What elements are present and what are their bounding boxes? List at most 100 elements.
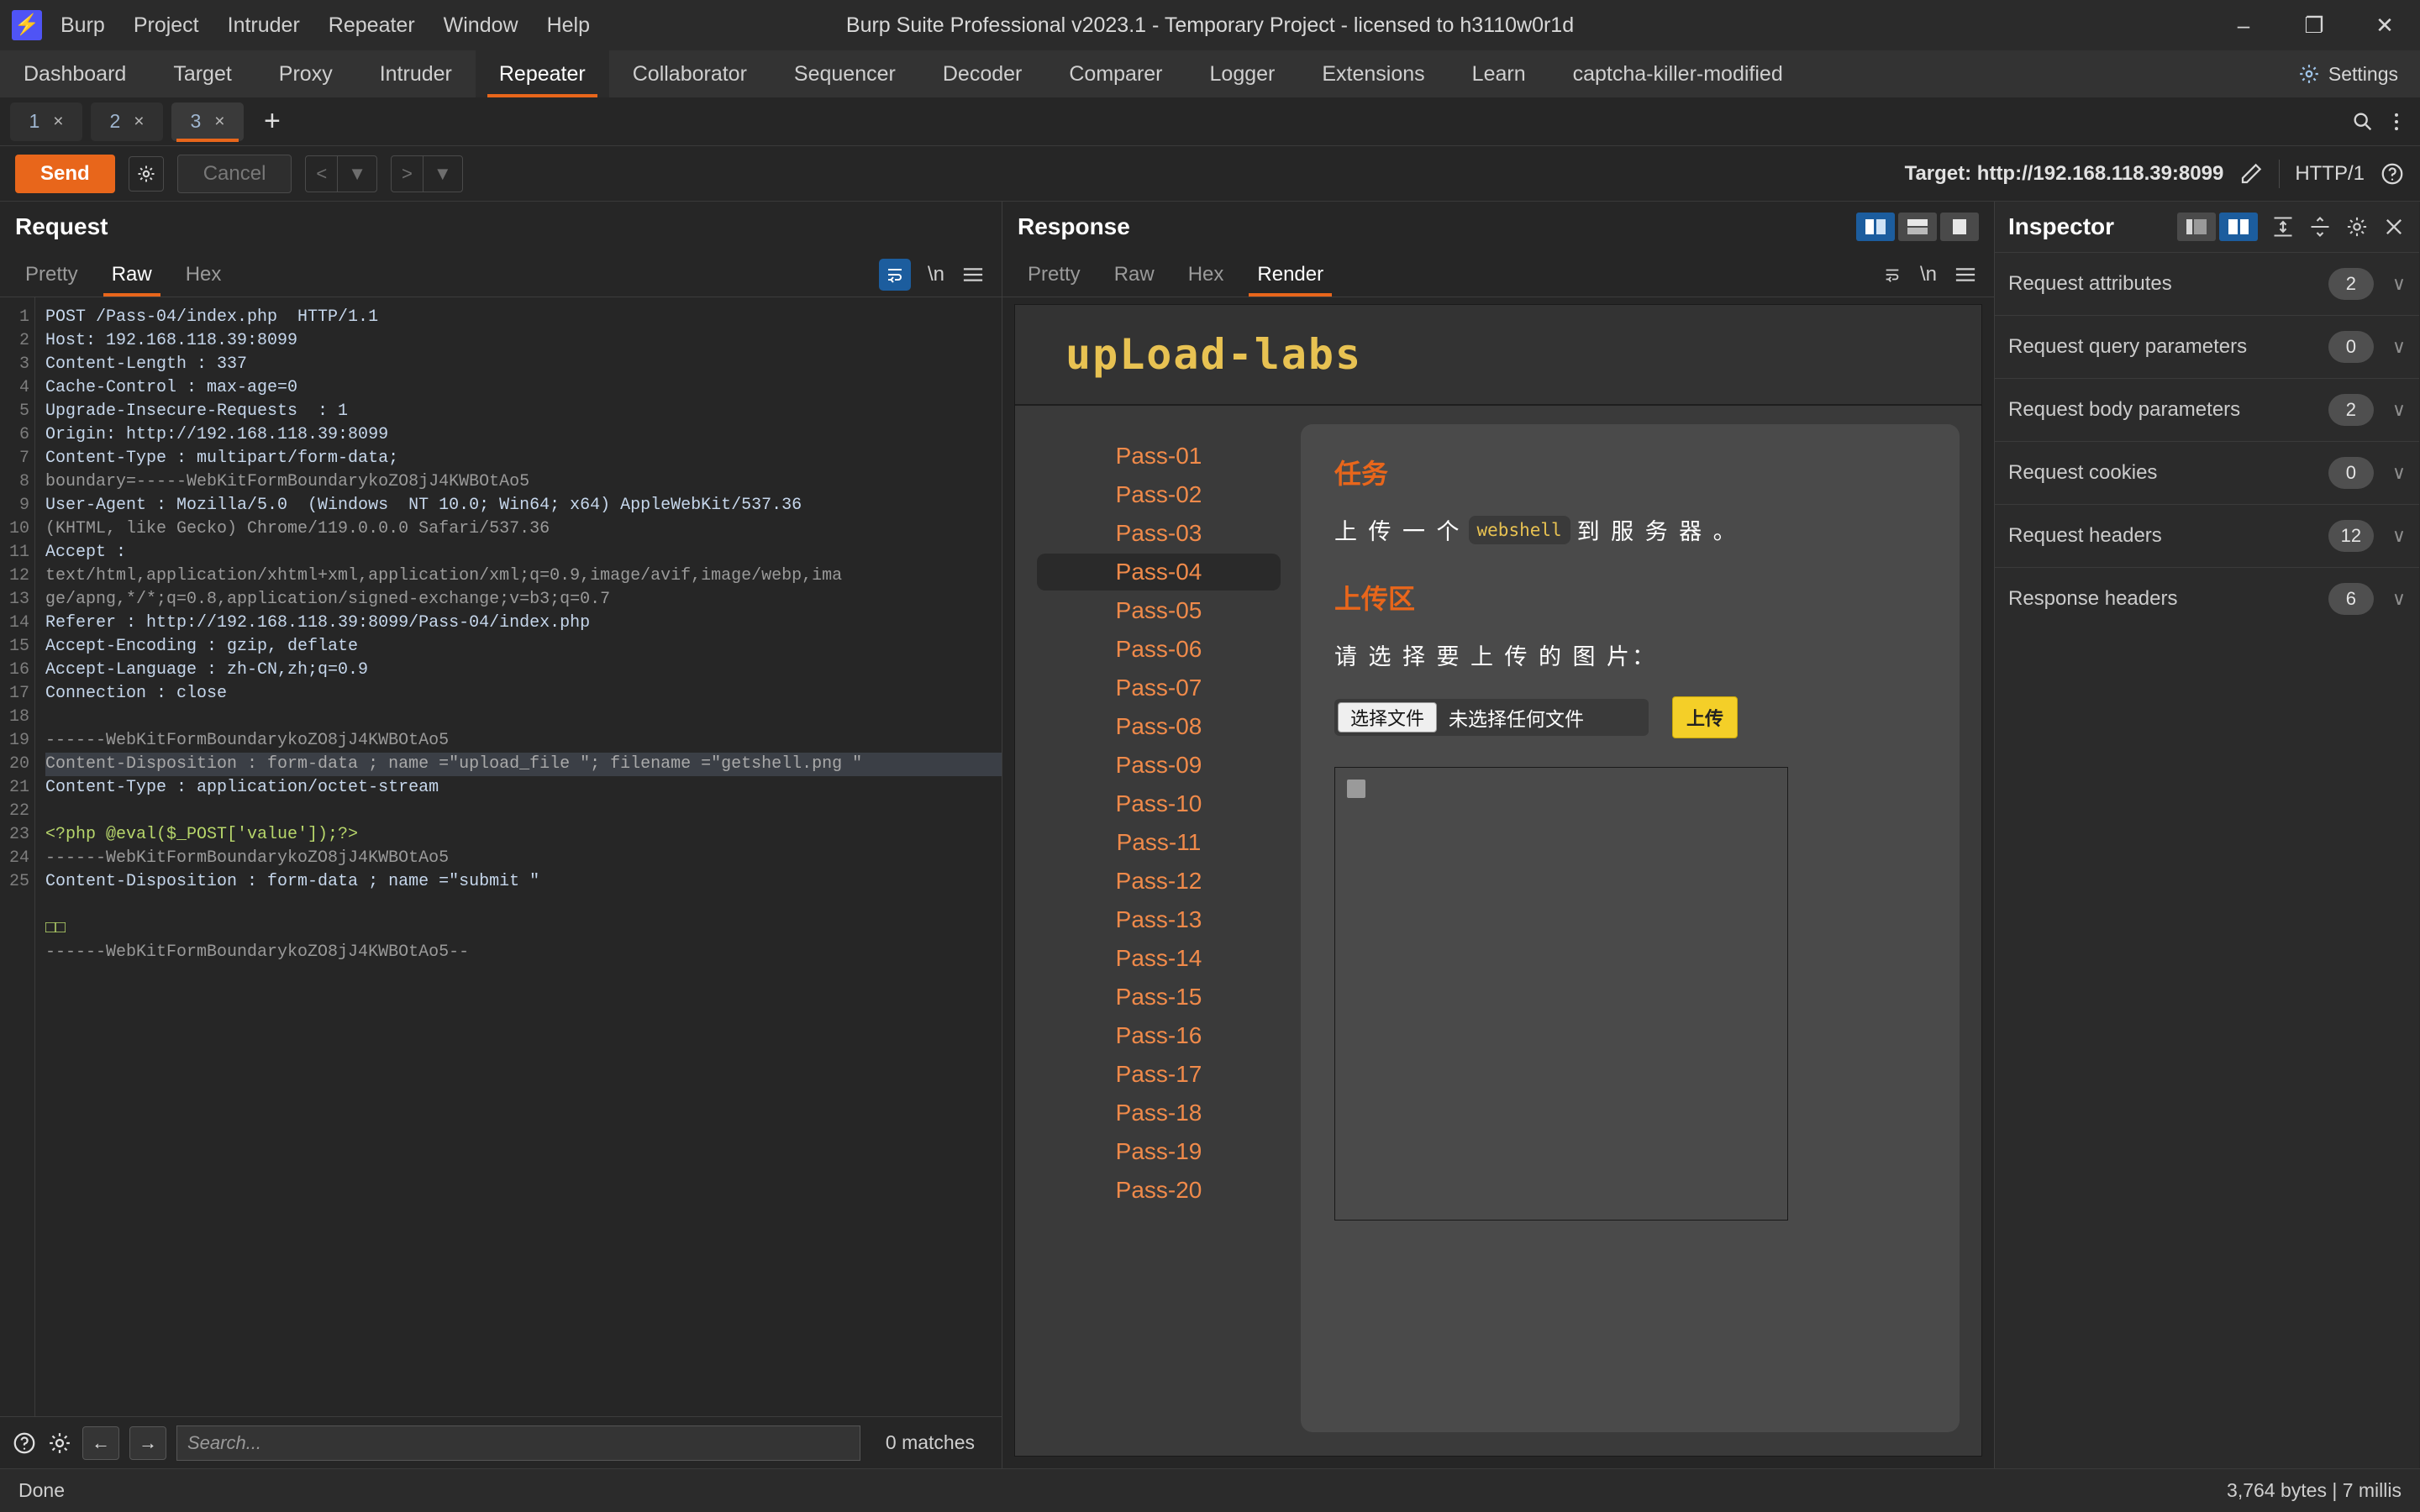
site-nav-item-pass-18[interactable]: Pass-18 bbox=[1037, 1095, 1281, 1131]
menu-item-help[interactable]: Help bbox=[547, 13, 590, 38]
site-nav-item-pass-08[interactable]: Pass-08 bbox=[1037, 708, 1281, 745]
nav-tab-intruder[interactable]: Intruder bbox=[356, 50, 476, 97]
help-circle-icon[interactable] bbox=[2380, 161, 2405, 186]
upload-submit-button[interactable]: 上传 bbox=[1672, 696, 1738, 738]
send-options-button[interactable] bbox=[129, 156, 164, 192]
nav-tab-target[interactable]: Target bbox=[150, 50, 255, 97]
menu-item-window[interactable]: Window bbox=[444, 13, 518, 38]
site-nav-item-pass-19[interactable]: Pass-19 bbox=[1037, 1133, 1281, 1170]
gear-icon[interactable] bbox=[2345, 215, 2369, 239]
site-nav-item-pass-17[interactable]: Pass-17 bbox=[1037, 1056, 1281, 1093]
panel-left-icon[interactable] bbox=[2177, 213, 2216, 241]
site-nav-item-pass-15[interactable]: Pass-15 bbox=[1037, 979, 1281, 1016]
response-tab-pretty[interactable]: Pretty bbox=[1011, 252, 1097, 297]
single-pane-icon[interactable] bbox=[1940, 213, 1979, 241]
search-input[interactable] bbox=[176, 1425, 860, 1461]
next-request-button[interactable]: > bbox=[392, 156, 423, 192]
close-icon[interactable]: × bbox=[53, 112, 63, 132]
menu-item-intruder[interactable]: Intruder bbox=[228, 13, 300, 38]
hamburger-icon[interactable] bbox=[961, 266, 985, 283]
choose-file-button[interactable]: 选择文件 bbox=[1338, 702, 1437, 732]
site-nav-item-pass-13[interactable]: Pass-13 bbox=[1037, 901, 1281, 938]
nav-tab-logger[interactable]: Logger bbox=[1186, 50, 1299, 97]
split-horizontal-icon[interactable] bbox=[1898, 213, 1937, 241]
gear-icon[interactable] bbox=[47, 1431, 72, 1456]
chevron-down-icon[interactable]: ∨ bbox=[2392, 525, 2406, 547]
prev-request-group[interactable]: < ▼ bbox=[305, 155, 377, 192]
site-nav-item-pass-04[interactable]: Pass-04 bbox=[1037, 554, 1281, 591]
nav-tab-dashboard[interactable]: Dashboard bbox=[0, 50, 150, 97]
close-icon[interactable]: × bbox=[214, 112, 224, 132]
repeater-tab-2[interactable]: 2 × bbox=[91, 102, 163, 141]
edit-pencil-icon[interactable] bbox=[2238, 161, 2264, 186]
site-nav-item-pass-10[interactable]: Pass-10 bbox=[1037, 785, 1281, 822]
expand-all-icon[interactable] bbox=[2271, 215, 2295, 239]
http-version-label[interactable]: HTTP/1 bbox=[2295, 162, 2365, 186]
nav-tab-collaborator[interactable]: Collaborator bbox=[609, 50, 771, 97]
newline-icon[interactable]: \n bbox=[1920, 263, 1937, 286]
request-raw-text[interactable]: POST /Pass-04/index.php HTTP/1.1Host: 19… bbox=[35, 297, 1002, 1416]
menu-item-burp[interactable]: Burp bbox=[60, 13, 105, 38]
site-nav-item-pass-06[interactable]: Pass-06 bbox=[1037, 631, 1281, 668]
inspector-row[interactable]: Response headers6∨ bbox=[1995, 567, 2419, 630]
nav-tab-extensions[interactable]: Extensions bbox=[1298, 50, 1448, 97]
vertical-dots-icon[interactable] bbox=[2393, 110, 2400, 134]
request-editor[interactable]: 1234567891011121314151617181920212223242… bbox=[0, 297, 1002, 1416]
next-request-dropdown[interactable]: ▼ bbox=[424, 156, 462, 192]
site-nav-item-pass-14[interactable]: Pass-14 bbox=[1037, 940, 1281, 977]
chevron-down-icon[interactable]: ∨ bbox=[2392, 273, 2406, 295]
site-nav-item-pass-03[interactable]: Pass-03 bbox=[1037, 515, 1281, 552]
inspector-row[interactable]: Request query parameters0∨ bbox=[1995, 315, 2419, 378]
search-prev-button[interactable]: ← bbox=[82, 1426, 119, 1460]
nav-tab-sequencer[interactable]: Sequencer bbox=[771, 50, 919, 97]
menu-item-project[interactable]: Project bbox=[134, 13, 199, 38]
repeater-tab-1[interactable]: 1 × bbox=[10, 102, 82, 141]
inspector-row[interactable]: Request body parameters2∨ bbox=[1995, 378, 2419, 441]
nav-tab-proxy[interactable]: Proxy bbox=[255, 50, 356, 97]
site-nav-item-pass-11[interactable]: Pass-11 bbox=[1037, 824, 1281, 861]
send-button[interactable]: Send bbox=[15, 155, 115, 193]
response-tab-render[interactable]: Render bbox=[1240, 252, 1340, 297]
inspector-row[interactable]: Request attributes2∨ bbox=[1995, 252, 2419, 315]
site-nav-item-pass-05[interactable]: Pass-05 bbox=[1037, 592, 1281, 629]
search-icon[interactable] bbox=[2351, 110, 2375, 134]
nav-tab-comparer[interactable]: Comparer bbox=[1045, 50, 1186, 97]
chevron-down-icon[interactable]: ∨ bbox=[2392, 588, 2406, 610]
nav-tab-captcha-killer[interactable]: captcha-killer-modified bbox=[1549, 50, 1807, 97]
chevron-down-icon[interactable]: ∨ bbox=[2392, 399, 2406, 421]
collapse-all-icon[interactable] bbox=[2308, 215, 2332, 239]
next-request-group[interactable]: > ▼ bbox=[391, 155, 463, 192]
minimize-button[interactable]: – bbox=[2208, 0, 2279, 50]
site-nav-item-pass-12[interactable]: Pass-12 bbox=[1037, 863, 1281, 900]
nav-tab-repeater[interactable]: Repeater bbox=[476, 50, 609, 97]
site-nav-item-pass-01[interactable]: Pass-01 bbox=[1037, 438, 1281, 475]
word-wrap-icon[interactable] bbox=[879, 259, 911, 291]
site-nav-item-pass-09[interactable]: Pass-09 bbox=[1037, 747, 1281, 784]
maximize-button[interactable]: ❐ bbox=[2279, 0, 2349, 50]
nav-tab-learn[interactable]: Learn bbox=[1449, 50, 1549, 97]
site-nav-item-pass-20[interactable]: Pass-20 bbox=[1037, 1172, 1281, 1209]
inspector-row[interactable]: Request headers12∨ bbox=[1995, 504, 2419, 567]
split-vertical-icon[interactable] bbox=[1856, 213, 1895, 241]
prev-request-button[interactable]: < bbox=[306, 156, 337, 192]
response-tab-raw[interactable]: Raw bbox=[1097, 252, 1171, 297]
request-tab-hex[interactable]: Hex bbox=[169, 252, 239, 297]
menu-item-repeater[interactable]: Repeater bbox=[329, 13, 415, 38]
nav-tab-decoder[interactable]: Decoder bbox=[919, 50, 1046, 97]
repeater-tab-3[interactable]: 3 × bbox=[171, 102, 244, 141]
file-input-control[interactable]: 选择文件 未选择任何文件 bbox=[1334, 699, 1649, 736]
settings-button[interactable]: Settings bbox=[2298, 63, 2398, 86]
chevron-down-icon[interactable]: ∨ bbox=[2392, 462, 2406, 484]
hamburger-icon[interactable] bbox=[1954, 266, 1977, 283]
chevron-down-icon[interactable]: ∨ bbox=[2392, 336, 2406, 358]
site-nav-item-pass-16[interactable]: Pass-16 bbox=[1037, 1017, 1281, 1054]
add-tab-button[interactable]: + bbox=[252, 105, 292, 138]
cancel-button[interactable]: Cancel bbox=[177, 155, 292, 193]
request-tab-raw[interactable]: Raw bbox=[95, 252, 169, 297]
close-button[interactable]: ✕ bbox=[2349, 0, 2420, 50]
word-wrap-icon[interactable] bbox=[1881, 265, 1903, 284]
site-nav-item-pass-07[interactable]: Pass-07 bbox=[1037, 669, 1281, 706]
search-next-button[interactable]: → bbox=[129, 1426, 166, 1460]
newline-icon[interactable]: \n bbox=[928, 263, 944, 286]
close-icon[interactable]: × bbox=[134, 112, 144, 132]
